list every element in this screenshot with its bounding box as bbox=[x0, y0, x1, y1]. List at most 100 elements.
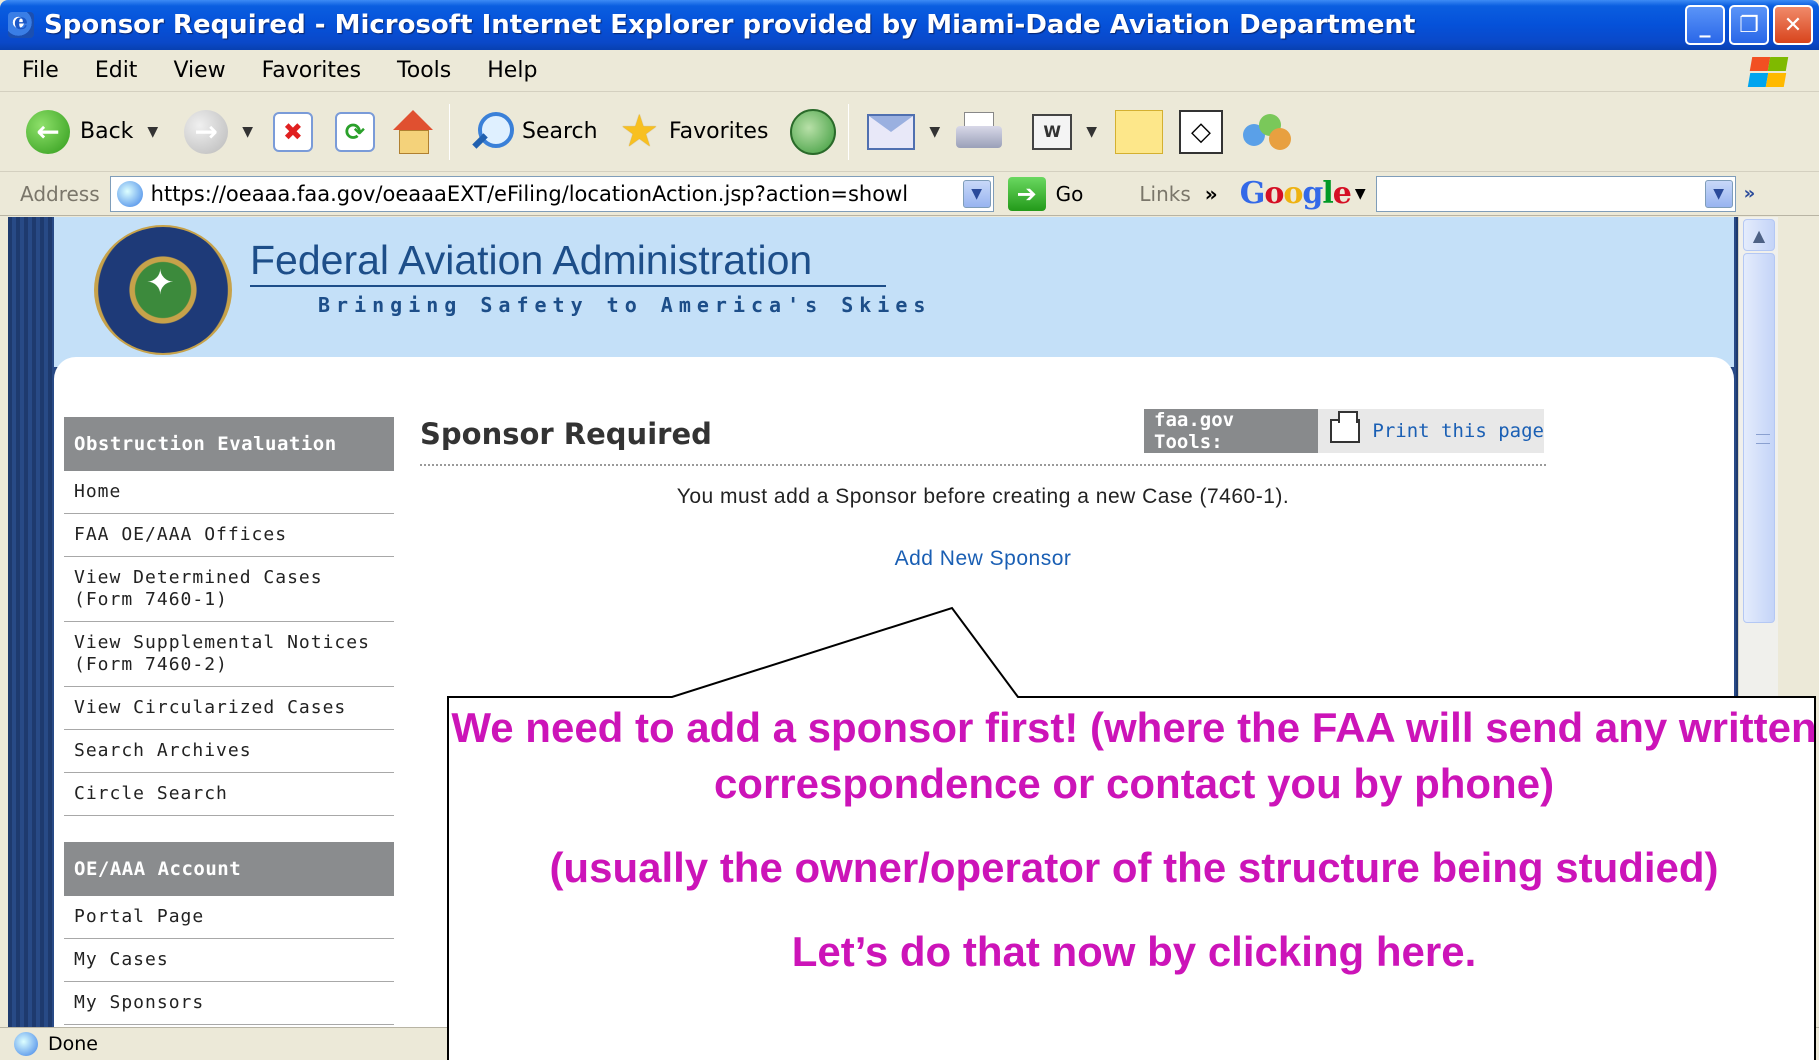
print-page-link[interactable]: Print this page bbox=[1372, 420, 1544, 442]
ie-icon bbox=[8, 9, 34, 38]
home-icon bbox=[389, 109, 437, 154]
printer-icon bbox=[956, 111, 1003, 152]
address-label: Address bbox=[20, 181, 100, 206]
callout-line-2: (usually the owner/operator of the struc… bbox=[549, 844, 1719, 891]
address-input[interactable]: https://oeaaa.faa.gov/oeaaaEXT/eFiling/l… bbox=[109, 175, 994, 212]
title-bar: Sponsor Required - Microsoft Internet Ex… bbox=[0, 0, 1819, 50]
scroll-up-icon[interactable]: ▲ bbox=[1743, 219, 1775, 251]
search-label: Search bbox=[521, 119, 598, 144]
messenger-button[interactable]: ◇ bbox=[1178, 109, 1223, 154]
links-chevron-icon[interactable]: » bbox=[1205, 182, 1218, 206]
back-arrow-icon: ← bbox=[26, 109, 70, 154]
google-toolbar-logo[interactable]: Google bbox=[1240, 176, 1352, 211]
chevron-down-icon[interactable]: ▼ bbox=[242, 124, 253, 140]
people-icon bbox=[1241, 110, 1291, 154]
toolbar: ← Back ▼ → ▼ ✖ ⟳ Search ★ Favorites ▼ W … bbox=[0, 92, 1819, 172]
minimize-button[interactable]: _ bbox=[1685, 5, 1725, 45]
forward-button[interactable]: → ▼ bbox=[184, 109, 253, 154]
history-button[interactable] bbox=[790, 108, 837, 155]
maximize-button[interactable]: ❐ bbox=[1729, 5, 1769, 45]
nav-item-my-cases[interactable]: My Cases bbox=[64, 939, 394, 982]
chevron-down-icon[interactable]: ▼ bbox=[929, 124, 940, 140]
toolbar-chevron-icon[interactable]: » bbox=[1744, 183, 1756, 204]
stop-button[interactable]: ✖ bbox=[272, 111, 313, 152]
favorites-button[interactable]: ★ Favorites bbox=[620, 109, 769, 154]
nav-item-offices[interactable]: FAA OE/AAA Offices bbox=[64, 514, 394, 557]
add-new-sponsor-link[interactable]: Add New Sponsor bbox=[420, 547, 1546, 571]
nav-item-circle-search[interactable]: Circle Search bbox=[64, 773, 394, 816]
address-bar: Address https://oeaaa.faa.gov/oeaaaEXT/e… bbox=[0, 172, 1819, 216]
nav-item-determined-cases[interactable]: View Determined Cases (Form 7460-1) bbox=[64, 557, 394, 622]
page-icon bbox=[14, 1032, 38, 1056]
header-rule bbox=[250, 285, 886, 287]
nav-item-search-archives[interactable]: Search Archives bbox=[64, 730, 394, 773]
tools-label: faa.gov Tools: bbox=[1144, 409, 1318, 453]
back-button[interactable]: ← Back ▼ bbox=[26, 109, 158, 154]
windows-logo-icon bbox=[1747, 55, 1789, 89]
mail-button[interactable]: ▼ bbox=[867, 113, 940, 150]
scroll-thumb[interactable] bbox=[1743, 253, 1775, 623]
chevron-down-icon[interactable]: ▼ bbox=[1355, 186, 1366, 202]
back-label: Back bbox=[80, 119, 134, 144]
print-button[interactable] bbox=[956, 111, 1003, 152]
address-url[interactable]: https://oeaaa.faa.gov/oeaaaEXT/eFiling/l… bbox=[151, 182, 971, 206]
menu-view[interactable]: View bbox=[155, 58, 243, 83]
search-icon bbox=[468, 110, 514, 154]
menu-edit[interactable]: Edit bbox=[77, 58, 156, 83]
notes-button[interactable] bbox=[1114, 109, 1163, 154]
page-icon bbox=[116, 180, 143, 207]
stop-icon: ✖ bbox=[272, 111, 313, 152]
faa-seal-logo[interactable] bbox=[94, 225, 232, 355]
window-title: Sponsor Required - Microsoft Internet Ex… bbox=[44, 10, 1416, 40]
left-nav: Obstruction Evaluation Home FAA OE/AAA O… bbox=[64, 417, 394, 1025]
links-label[interactable]: Links bbox=[1139, 182, 1190, 206]
refresh-button[interactable]: ⟳ bbox=[334, 111, 375, 152]
nav-item-my-sponsors[interactable]: My Sponsors bbox=[64, 982, 394, 1025]
status-bar: Done bbox=[0, 1027, 1819, 1060]
site-org-name[interactable]: Federal Aviation Administration bbox=[250, 237, 812, 284]
close-button[interactable]: ✕ bbox=[1773, 5, 1813, 45]
note-icon bbox=[1114, 109, 1163, 154]
refresh-icon: ⟳ bbox=[334, 111, 375, 152]
chevron-down-icon[interactable]: ▼ bbox=[1704, 179, 1733, 208]
mail-icon bbox=[867, 113, 916, 150]
go-button[interactable]: Go bbox=[1056, 182, 1084, 206]
menu-bar: File Edit View Favorites Tools Help bbox=[0, 50, 1819, 92]
status-text: Done bbox=[48, 1033, 98, 1055]
menu-favorites[interactable]: Favorites bbox=[244, 58, 379, 83]
site-tagline: Bringing Safety to America's Skies bbox=[318, 293, 932, 317]
messenger-icon: ◇ bbox=[1178, 109, 1223, 154]
menu-tools[interactable]: Tools bbox=[379, 58, 469, 83]
toolbar-separator bbox=[448, 103, 450, 160]
chevron-down-icon[interactable]: ▼ bbox=[1086, 124, 1097, 140]
menu-file[interactable]: File bbox=[0, 58, 77, 83]
sponsor-required-message: You must add a Sponsor before creating a… bbox=[676, 485, 1290, 508]
history-icon bbox=[790, 108, 837, 155]
callout-line-1: We need to add a sponsor first! (where t… bbox=[451, 704, 1817, 807]
print-icon[interactable] bbox=[1329, 411, 1361, 443]
word-icon: W bbox=[1032, 113, 1073, 150]
edit-button[interactable]: W ▼ bbox=[1032, 113, 1097, 150]
chevron-down-icon[interactable]: ▼ bbox=[962, 179, 991, 208]
contacts-button[interactable] bbox=[1241, 110, 1291, 154]
page-title: Sponsor Required bbox=[420, 417, 712, 451]
callout-line-3: Let’s do that now by clicking here. bbox=[791, 928, 1477, 975]
go-arrow-icon[interactable]: ➔ bbox=[1007, 176, 1046, 211]
nav-item-supplemental-notices[interactable]: View Supplemental Notices (Form 7460-2) bbox=[64, 622, 394, 687]
menu-help[interactable]: Help bbox=[469, 58, 555, 83]
nav-item-portal-page[interactable]: Portal Page bbox=[64, 896, 394, 939]
forward-arrow-icon: → bbox=[184, 109, 229, 154]
favorites-label: Favorites bbox=[669, 119, 769, 144]
callout-text: We need to add a sponsor first! (where t… bbox=[450, 700, 1818, 1008]
toolbar-separator bbox=[848, 103, 850, 160]
nav-item-circularized-cases[interactable]: View Circularized Cases bbox=[64, 687, 394, 730]
nav-section-account: OE/AAA Account bbox=[64, 842, 394, 896]
google-search-input[interactable]: ▼ bbox=[1375, 175, 1736, 212]
title-divider bbox=[420, 464, 1546, 466]
nav-section-obstruction-evaluation: Obstruction Evaluation bbox=[64, 417, 394, 471]
faa-tools-box: faa.gov Tools: Print this page bbox=[1144, 409, 1544, 453]
search-button[interactable]: Search bbox=[468, 110, 598, 154]
nav-item-home[interactable]: Home bbox=[64, 471, 394, 514]
home-button[interactable] bbox=[389, 109, 437, 154]
chevron-down-icon[interactable]: ▼ bbox=[147, 124, 158, 140]
